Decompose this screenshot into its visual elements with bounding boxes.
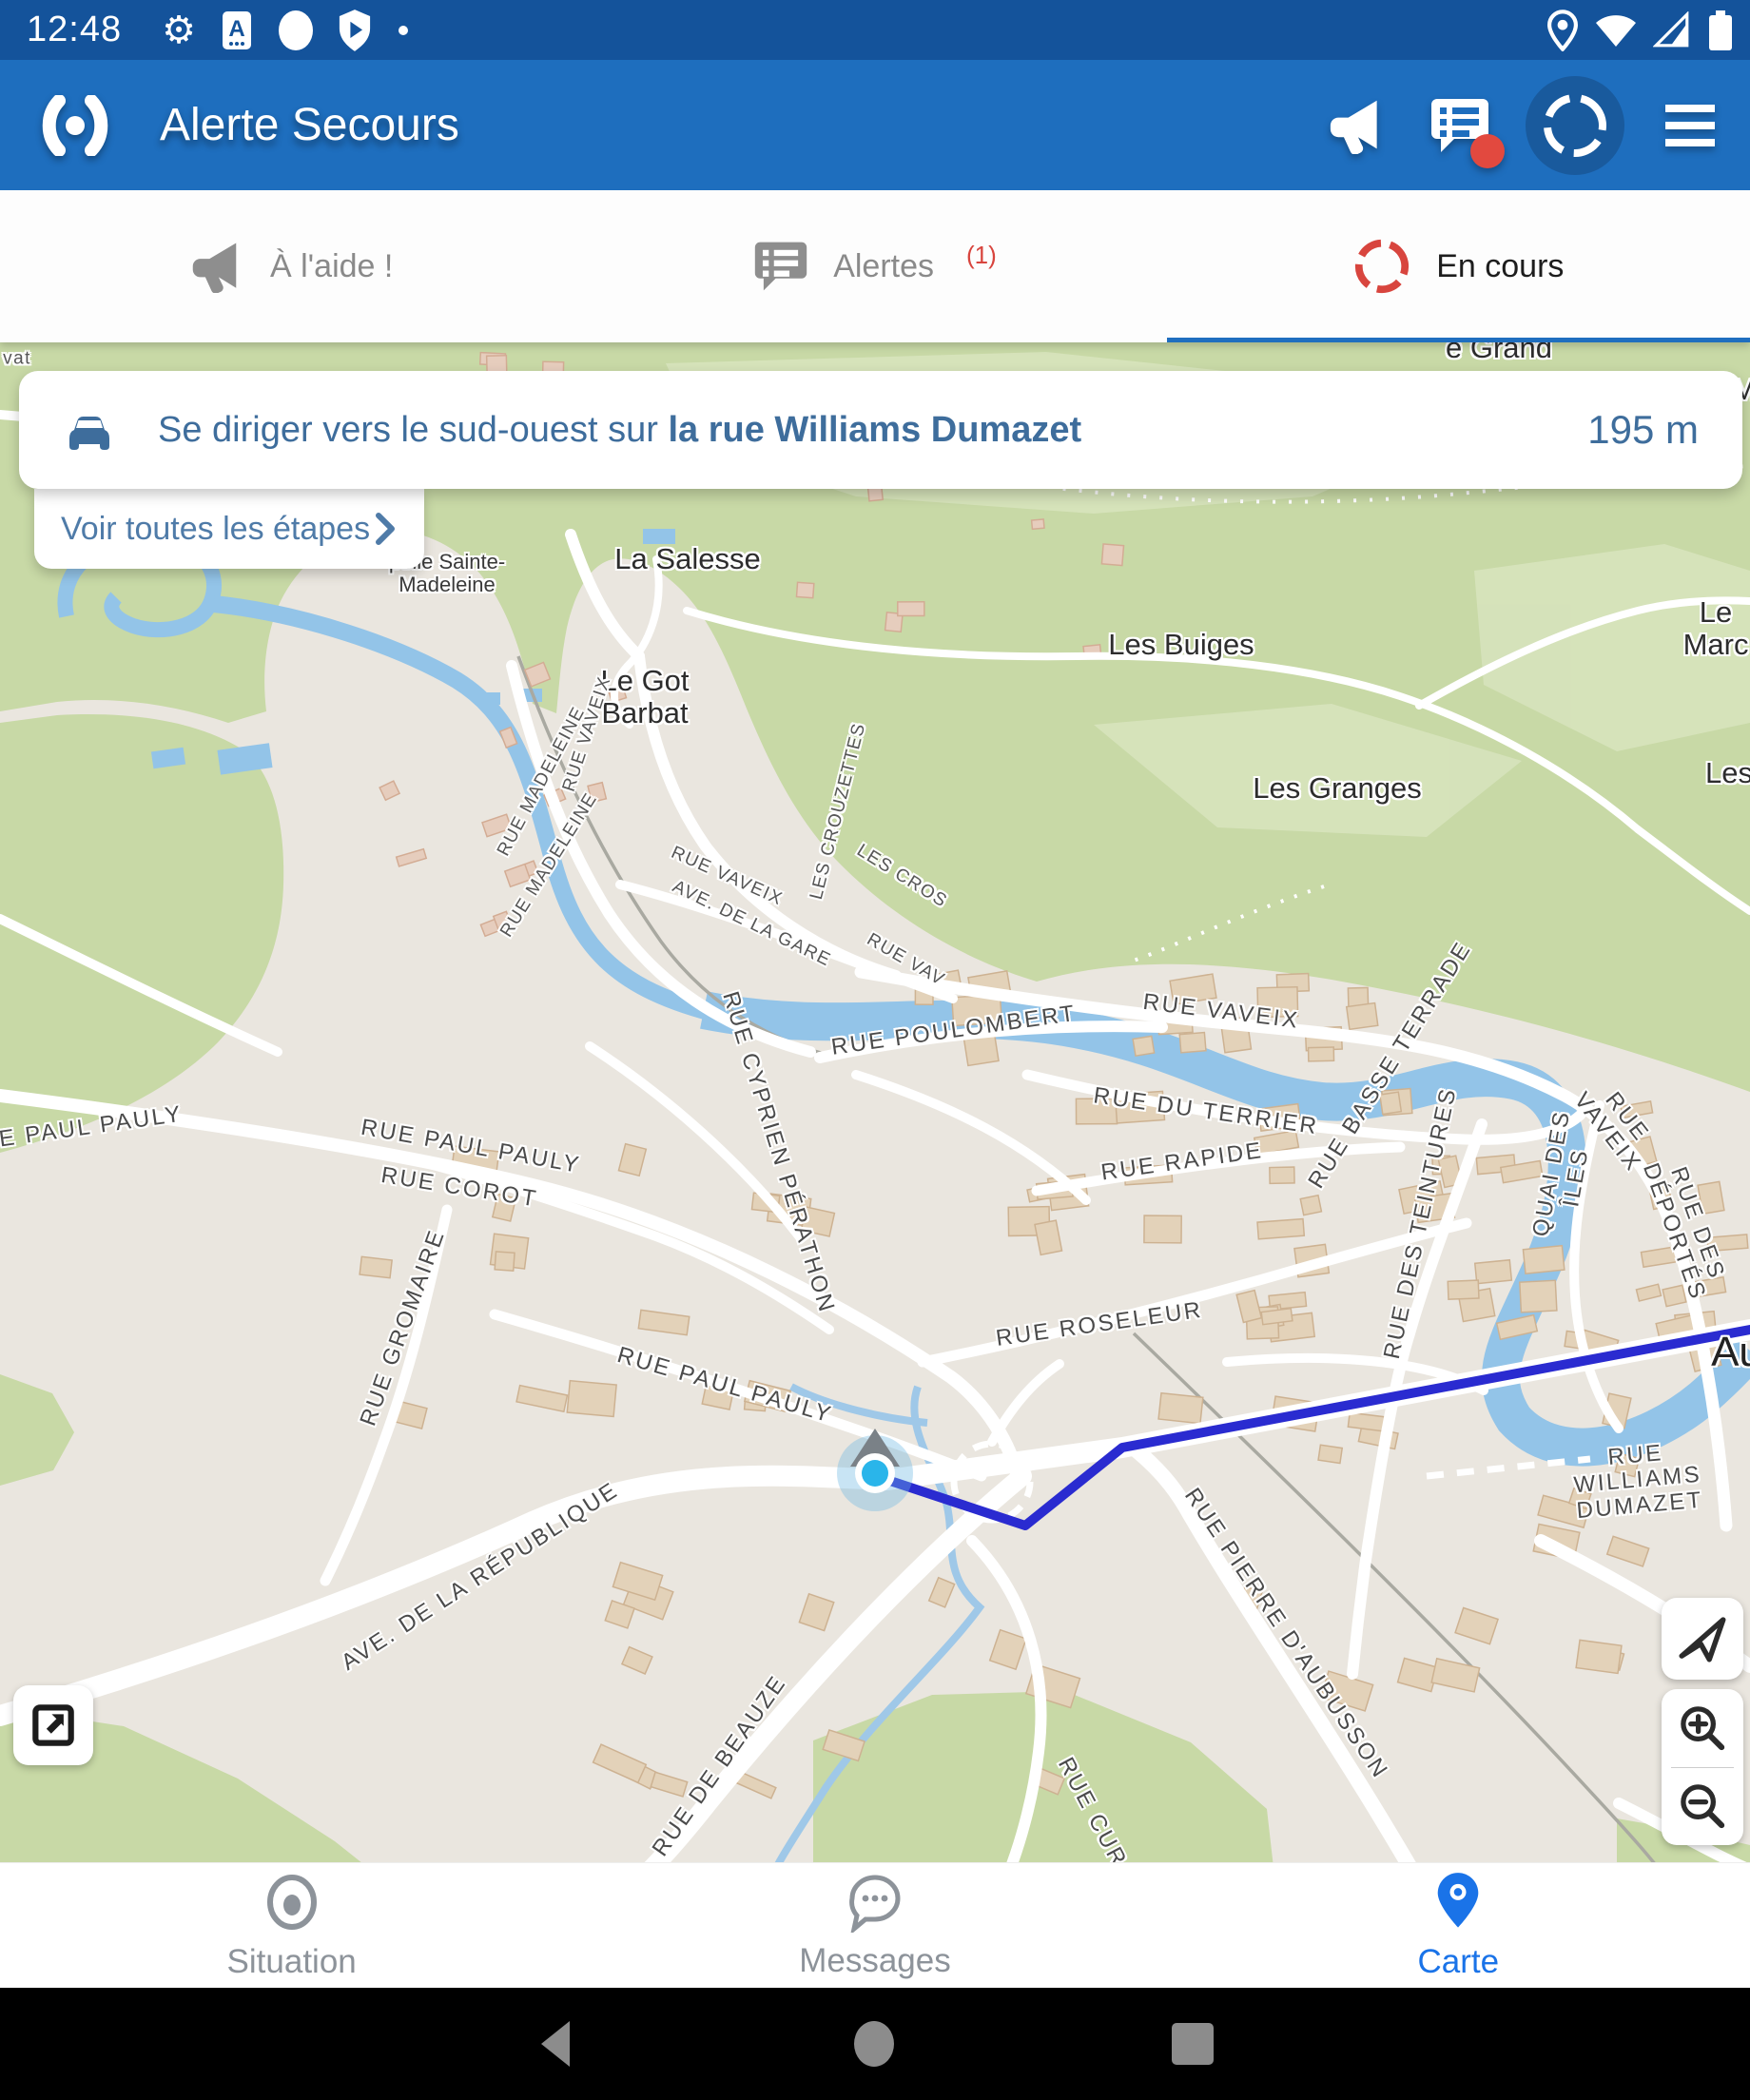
- clock: 12:48: [27, 10, 122, 50]
- all-steps-link[interactable]: Voir toutes les étapes: [34, 489, 424, 569]
- map-label: Le Marc: [1683, 596, 1749, 661]
- active-tab-indicator: [1167, 338, 1750, 342]
- map-label: RUE DE BEAUZE: [648, 1671, 791, 1861]
- map-label: RUE DES TEINTURES: [1380, 1085, 1462, 1362]
- map-label: QUAI DES ÎLES: [1524, 1079, 1605, 1271]
- map-label: RUE BASSE TERRADE: [1304, 937, 1477, 1193]
- map-label: AVE. DE LA RÉPUBLIQUE: [338, 1478, 624, 1676]
- tab-alertes[interactable]: Alertes (1): [583, 190, 1166, 342]
- nav-item-carte[interactable]: Carte: [1167, 1863, 1750, 1989]
- map-label: vat: [3, 350, 31, 370]
- notification-dot-icon: [398, 25, 409, 36]
- map-label: RUE VAVEIX: [560, 674, 616, 794]
- map-label: RUE PAUL PAULY: [0, 1102, 185, 1158]
- megaphone-icon: [190, 240, 245, 293]
- fullscreen-map-button[interactable]: [13, 1685, 93, 1765]
- zoom-in-button[interactable]: [1662, 1689, 1743, 1767]
- navigation-instruction-card[interactable]: Se diriger vers le sud-ouest sur la rue …: [19, 371, 1742, 489]
- svg-text:A: A: [228, 16, 244, 42]
- map-label: RUE RAPIDE: [1099, 1138, 1265, 1186]
- alert-in-progress-button[interactable]: [1526, 76, 1624, 175]
- map-label: RUE VAVEIX: [1556, 1058, 1678, 1194]
- map-label: RUE ROSELEUR: [995, 1298, 1205, 1352]
- map-label: LES CROS: [853, 842, 951, 913]
- app-screen: 12:48 ⚙ A: [0, 0, 1750, 2100]
- android-navigation-bar: [0, 1988, 1750, 2100]
- alert-count-badge: (1): [966, 241, 997, 270]
- map-label: Le Got Barbat: [600, 665, 689, 729]
- map-label: RUE CUR: [1053, 1754, 1132, 1862]
- alert-list-icon: [753, 239, 808, 294]
- nav-item-situation[interactable]: Situation: [0, 1863, 583, 1989]
- battery-status-icon: [1706, 8, 1735, 53]
- open-external-icon: [27, 1699, 80, 1752]
- messages-button[interactable]: [1423, 88, 1497, 163]
- instruction-text: Se diriger vers le sud-ouest sur la rue …: [158, 410, 1587, 451]
- map-label: Les: [1705, 757, 1750, 789]
- megaphone-button[interactable]: [1320, 88, 1394, 163]
- location-status-icon: [1546, 10, 1579, 51]
- distance-remaining: 195 m: [1587, 407, 1699, 453]
- map-label: RUE VAV: [863, 930, 947, 991]
- tab-a-laide[interactable]: À l'aide !: [0, 190, 583, 342]
- android-back-button[interactable]: [534, 2017, 579, 2071]
- tab-label: Alertes: [833, 248, 934, 285]
- tab-label: En cours: [1436, 248, 1564, 285]
- messages-bubble-icon: [845, 1872, 905, 1933]
- tab-en-cours[interactable]: En cours: [1167, 190, 1750, 342]
- status-bar: 12:48 ⚙ A: [0, 0, 1750, 60]
- nav-item-messages[interactable]: Messages: [583, 1863, 1166, 1989]
- map-label: RUE VAVEIX: [1141, 990, 1300, 1034]
- chevron-right-icon: [373, 512, 398, 546]
- map-label: RUE PIERRE D'AUBUSSON: [1179, 1484, 1393, 1783]
- zoom-out-icon: [1676, 1779, 1729, 1833]
- map-pin-icon: [1430, 1871, 1486, 1934]
- android-home-button[interactable]: [850, 2017, 898, 2071]
- zoom-controls: [1662, 1689, 1743, 1845]
- wifi-status-icon: [1594, 11, 1638, 49]
- map-label: LES CROUZETTES: [807, 721, 870, 902]
- app-bar: Alerte Secours: [0, 60, 1750, 190]
- map-canvas[interactable]: e GrandMvatpelle Sainte- MadeleineLa Sal…: [0, 342, 1750, 1862]
- shield-play-icon: [337, 9, 373, 52]
- map-label: RUE MADELEINE: [497, 789, 602, 941]
- unread-badge: [1470, 134, 1505, 168]
- tab-label: À l'aide !: [270, 248, 393, 285]
- map-label-layer: e GrandMvatpelle Sainte- MadeleineLa Sal…: [0, 342, 1750, 1862]
- locate-me-button[interactable]: [1662, 1598, 1743, 1680]
- map-label: RUE CYPRIEN PÉRATHON: [717, 989, 839, 1317]
- map-label: RUE DU TERRIER: [1092, 1083, 1320, 1139]
- map-label: RUE WILLIAMS DUMAZET: [1570, 1438, 1704, 1525]
- cell-signal-icon: [1653, 11, 1691, 49]
- map-label: AVE. DE LA GARE: [669, 878, 833, 972]
- map-label: RUE MADELEINE: [495, 704, 590, 860]
- zoom-in-icon: [1676, 1701, 1729, 1755]
- progress-ring-icon: [1352, 237, 1411, 296]
- map-label: La Salesse: [614, 543, 760, 575]
- settings-notification-icon: ⚙: [162, 11, 196, 49]
- tab-bar: À l'aide ! Alertes (1) En cours: [0, 190, 1750, 342]
- android-recents-button[interactable]: [1169, 2017, 1216, 2071]
- record-status-icon: [276, 9, 316, 52]
- map-label: RUE PAUL PAULY: [614, 1343, 835, 1429]
- keyboard-layout-icon: A: [221, 10, 253, 51]
- car-icon: [63, 408, 116, 452]
- map-label: e Grand: [1446, 342, 1552, 364]
- map-label: Les Granges: [1253, 772, 1422, 805]
- map-label: RUE GROMAIRE: [356, 1226, 450, 1429]
- situation-target-icon: [262, 1871, 321, 1934]
- map-label: RUE VAVEIX: [668, 844, 786, 910]
- menu-button[interactable]: [1653, 88, 1727, 163]
- app-title: Alerte Secours: [160, 99, 459, 151]
- map-label: RUE COROT: [379, 1163, 540, 1213]
- map-label: RUE DES DÉPORTÉS: [1637, 1152, 1733, 1305]
- map-label: Les Buiges: [1108, 629, 1254, 661]
- zoom-out-button[interactable]: [1662, 1768, 1743, 1846]
- navigation-arrow-icon: [1675, 1611, 1730, 1666]
- bottom-navigation: Situation Messages Carte: [0, 1862, 1750, 1989]
- map-label: Au: [1711, 1330, 1750, 1375]
- alerte-secours-logo-icon: [38, 95, 112, 156]
- map-label: RUE POULOMBERT: [829, 1001, 1078, 1060]
- map-label: RUE PAUL PAULY: [359, 1116, 582, 1179]
